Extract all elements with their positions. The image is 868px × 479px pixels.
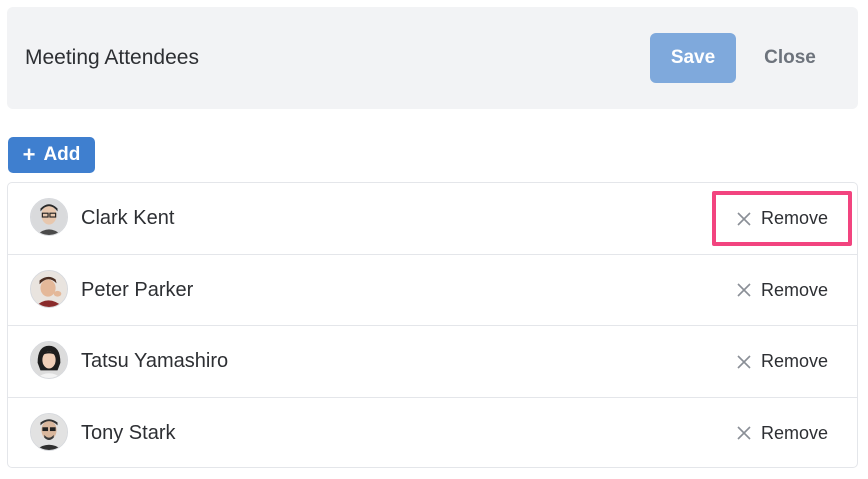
- attendee-row: Peter Parker Remove: [8, 255, 857, 326]
- close-button[interactable]: Close: [747, 33, 833, 83]
- remove-label: Remove: [760, 279, 829, 300]
- avatar: [30, 412, 68, 451]
- remove-label: Remove: [760, 208, 829, 228]
- avatar-photo-icon: [31, 270, 67, 307]
- avatar-photo-icon: [31, 413, 67, 450]
- avatar: [30, 341, 68, 379]
- page-title: Meeting Attendees: [25, 46, 199, 69]
- attendee-name: Peter Parker: [81, 278, 194, 301]
- attendee-name: Clark Kent: [81, 207, 175, 229]
- remove-label: Remove: [760, 422, 829, 443]
- close-icon: [737, 211, 751, 226]
- plus-icon: +: [22, 142, 36, 167]
- avatar-photo-icon: [31, 342, 67, 378]
- remove-button[interactable]: Remove: [712, 334, 852, 389]
- avatar: [30, 198, 68, 236]
- dialog-header: Meeting Attendees Save Close: [7, 7, 858, 109]
- remove-button[interactable]: Remove: [712, 263, 852, 318]
- attendee-row: Tatsu Yamashiro Remove: [8, 326, 857, 398]
- add-attendee-button[interactable]: + Add: [8, 137, 95, 173]
- add-label: Add: [43, 144, 81, 165]
- attendee-row: Clark Kent Remove: [8, 183, 857, 255]
- attendee-name: Tatsu Yamashiro: [81, 350, 229, 372]
- close-icon: [737, 426, 751, 440]
- remove-button[interactable]: Remove: [712, 406, 852, 461]
- close-icon: [737, 283, 751, 297]
- attendee-row: Tony Stark Remove: [8, 398, 857, 468]
- avatar: [30, 269, 68, 308]
- close-icon: [737, 354, 751, 369]
- avatar-photo-icon: [31, 199, 67, 235]
- save-button[interactable]: Save: [650, 33, 736, 83]
- remove-label: Remove: [760, 351, 829, 371]
- attendee-list: Clark Kent Remove Peter Parker Remove Ta…: [7, 182, 858, 468]
- remove-button[interactable]: Remove: [712, 191, 852, 246]
- attendee-name: Tony Stark: [81, 421, 176, 444]
